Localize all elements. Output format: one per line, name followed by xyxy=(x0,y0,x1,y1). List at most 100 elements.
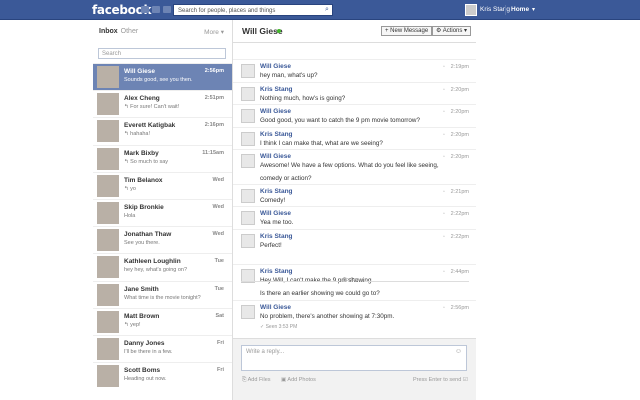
thread-search-input[interactable]: Search xyxy=(98,48,226,59)
thread-name: Kathleen Loughlin xyxy=(124,258,181,266)
inbox-tabs: Inbox Other xyxy=(99,28,138,35)
message-text: Comedy! xyxy=(260,197,286,204)
top-search-input[interactable]: Search for people, places and things xyxy=(173,4,333,16)
emoticon-icon[interactable]: ☺ xyxy=(455,348,462,355)
new-message-button[interactable]: + New Message xyxy=(381,26,433,36)
avatar xyxy=(241,305,255,319)
message-time: 2:56pm xyxy=(450,305,469,311)
thread-name: Jane Smith xyxy=(124,285,159,293)
thread-time: 2:56pm xyxy=(204,68,224,74)
thread-row[interactable]: Scott Boms Heading out now. Fri xyxy=(93,362,232,389)
message-time: 2:20pm xyxy=(450,132,469,138)
message-author[interactable]: Kris Stang xyxy=(260,188,293,195)
avatar xyxy=(241,132,255,146)
message-text: I think I can make that, what are we see… xyxy=(260,140,383,147)
thread-row[interactable]: Alex Cheng ↰ For sure! Can't wait! 2:51pm xyxy=(93,90,232,117)
thread-row[interactable]: Tim Belanox ↰ yo Wed xyxy=(93,171,232,199)
thread-time: Wed xyxy=(212,203,224,210)
messages-icon[interactable] xyxy=(152,6,160,13)
thread-snippet: Heading out now. xyxy=(124,376,167,383)
sent-from-web-icon: ▫ xyxy=(443,234,445,240)
message-author[interactable]: Will Giese xyxy=(260,108,291,115)
message-divider xyxy=(233,82,476,83)
sent-from-web-icon: ▫ xyxy=(443,189,445,195)
message-text: Nothing much, how's is going? xyxy=(260,95,346,102)
thread-name: Scott Boms xyxy=(124,367,161,375)
user-avatar[interactable] xyxy=(465,4,477,16)
thread-row[interactable]: Danny Jones I'll be there in a few. Fri xyxy=(93,334,232,362)
search-icon[interactable]: ⌕ xyxy=(322,5,332,15)
avatar xyxy=(97,174,119,197)
avatar xyxy=(241,109,255,123)
thread-time: 2:51pm xyxy=(204,95,224,102)
avatar xyxy=(97,310,119,333)
account-menu-chevron-icon[interactable]: ▾ xyxy=(532,6,535,13)
avatar xyxy=(97,256,119,279)
message-author[interactable]: Kris Stang xyxy=(260,233,293,240)
avatar xyxy=(97,93,119,116)
message-divider xyxy=(233,264,476,265)
message-text: Awesome! We have a few options. What do … xyxy=(260,162,439,169)
message-time: 2:22pm xyxy=(450,234,469,240)
notifications-icon[interactable] xyxy=(163,6,171,13)
message-divider xyxy=(233,127,476,128)
message-time: 2:21pm xyxy=(450,189,469,195)
date-divider: Today xyxy=(233,276,476,286)
thread-time: 11:15am xyxy=(202,149,224,156)
message-author[interactable]: Will Giese xyxy=(260,153,291,160)
thread-row[interactable]: Mark Bixby ↰ So much to say 11:15am xyxy=(93,144,232,172)
message-author[interactable]: Kris Stang xyxy=(260,268,293,275)
press-enter-toggle[interactable]: Press Enter to send ☑ xyxy=(413,377,468,383)
more-dropdown[interactable]: More ▾ xyxy=(204,28,224,36)
message-author[interactable]: Will Giese xyxy=(260,304,291,311)
thread-snippet: Hola xyxy=(124,212,136,219)
message-time: 2:44pm xyxy=(450,269,469,275)
message-author[interactable]: Will Giese xyxy=(260,63,291,70)
thread-time: Wed xyxy=(212,231,224,238)
avatar xyxy=(241,87,255,101)
message-divider xyxy=(233,59,476,60)
avatar xyxy=(241,234,255,248)
actions-button[interactable]: ⚙ Actions ▾ xyxy=(432,26,472,36)
thread-row[interactable]: Will Giese Sounds good, see you then. 2:56… xyxy=(93,63,232,91)
thread-snippet: ↰ yo xyxy=(124,185,136,192)
thread-time: Tue xyxy=(214,258,224,265)
message-text: comedy or action? xyxy=(260,175,312,182)
thread-time: Fri xyxy=(216,367,224,374)
message-author[interactable]: Kris Stang xyxy=(260,131,293,138)
online-status-icon xyxy=(277,29,281,33)
thread-row[interactable]: Skip Bronkie Hola Wed xyxy=(93,198,232,226)
avatar xyxy=(97,337,119,360)
tab-inbox[interactable]: Inbox xyxy=(99,28,118,35)
avatar xyxy=(241,154,255,168)
message-author[interactable]: Kris Stang xyxy=(260,86,293,93)
thread-list: Will Giese Sounds good, see you then. 2:56… xyxy=(93,63,232,389)
friend-requests-icon[interactable] xyxy=(141,6,149,13)
message-time: 2:19pm xyxy=(450,64,469,70)
thread-name: Tim Belanox xyxy=(124,176,163,184)
thread-row[interactable]: Matt Brown ↰ yep! Sat xyxy=(93,307,232,335)
reply-input[interactable]: Write a reply... ☺ xyxy=(241,345,467,371)
thread-name: Will Giese xyxy=(124,68,156,75)
today-label: Today xyxy=(343,277,358,283)
top-divider xyxy=(505,5,506,15)
thread-row[interactable]: Kathleen Loughlin hey hey, what's going o… xyxy=(93,253,232,280)
tab-other[interactable]: Other xyxy=(121,28,139,35)
thread-row[interactable]: Everett Katigbak ↰ hahaha! 2:16pm xyxy=(93,117,232,144)
thread-row[interactable]: Jonathan Thaw See you there. Wed xyxy=(93,226,232,253)
avatar xyxy=(241,189,255,203)
add-photos-button[interactable]: ▣ Add Photos xyxy=(281,377,316,383)
sent-from-web-icon: ▫ xyxy=(443,87,445,93)
home-link[interactable]: Home xyxy=(511,6,529,13)
thread-snippet: ↰ hahaha! xyxy=(124,131,151,138)
avatar xyxy=(97,283,119,306)
message-author[interactable]: Will Giese xyxy=(260,210,291,217)
message-time: 2:20pm xyxy=(450,109,469,115)
message-text: Good good, you want to catch the 9 pm mo… xyxy=(260,117,420,124)
sent-from-web-icon: ▫ xyxy=(443,64,445,70)
add-files-button[interactable]: ⎘ Add Files xyxy=(242,377,271,384)
thread-name: Skip Bronkie xyxy=(124,203,164,211)
sent-from-web-icon: ▫ xyxy=(443,269,445,275)
sent-from-web-icon: ▫ xyxy=(443,305,445,311)
thread-row[interactable]: Jane Smith What time is the movie tonight… xyxy=(93,280,232,308)
